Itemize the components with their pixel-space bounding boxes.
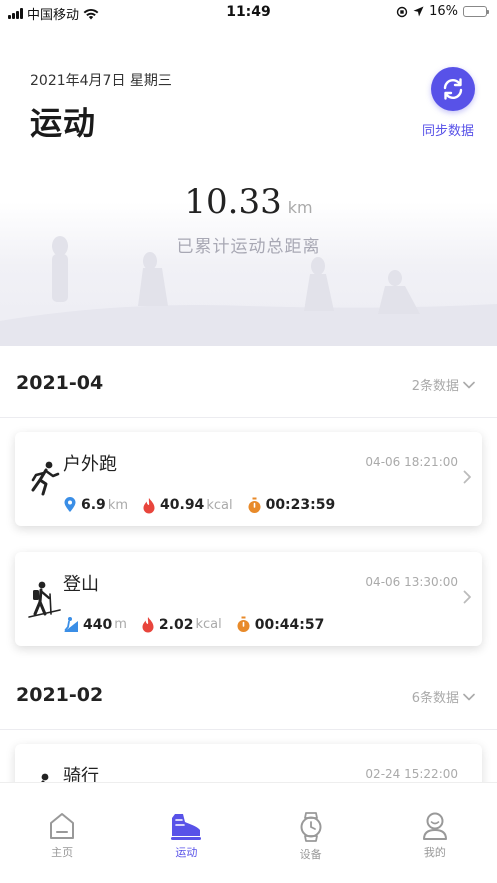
running-icon: [31, 461, 60, 496]
battery-icon: [463, 6, 489, 17]
activity-stats: 6.9 km 40.94 kcal 00:23:59: [63, 496, 349, 514]
runners-background-icon: [0, 236, 497, 346]
month-count-label: 6条数据: [411, 691, 459, 706]
tab-profile[interactable]: 我的: [373, 783, 497, 883]
orientation-lock-icon: [396, 6, 408, 17]
battery-percent: 16%: [429, 4, 458, 19]
home-icon: [50, 813, 75, 839]
month-title: 2021-02: [16, 684, 104, 706]
tab-device[interactable]: 设备: [249, 783, 373, 883]
month-header-2021-02[interactable]: 2021-02 6条数据: [0, 658, 497, 730]
duration-value: 00:23:59: [265, 497, 336, 513]
activity-stats: 440 m 2.02 kcal 00:44:57: [63, 616, 338, 633]
calorie-unit: kcal: [195, 617, 222, 632]
chevron-right-icon: [463, 590, 471, 604]
tab-label: 我的: [423, 846, 446, 859]
total-distance-label: 已累计运动总距离: [176, 237, 321, 257]
calorie-stat: 2.02 kcal: [141, 616, 222, 633]
activity-time: 04-06 18:21:00: [365, 455, 458, 469]
total-distance-unit: km: [287, 198, 313, 217]
duration-stat: 00:23:59: [247, 497, 336, 514]
status-bar: 中国移动 11:49 16%: [0, 0, 497, 26]
chevron-down-icon: [463, 693, 475, 700]
chevron-right-icon: [463, 470, 471, 484]
activity-card-cycle[interactable]: 骑行 02-24 15:22:00: [15, 744, 482, 782]
stopwatch-icon: [237, 616, 250, 632]
month-count-label: 2条数据: [411, 379, 459, 394]
month-header-2021-04[interactable]: 2021-04 2条数据: [0, 346, 497, 418]
calorie-stat: 40.94 kcal: [142, 497, 233, 514]
summary-hero: 2021年4月7日 星期三 运动 同步数据 10.33 km 已累计运动总距离: [0, 26, 497, 346]
distance-unit: km: [107, 497, 129, 513]
sync-label[interactable]: 同步数据: [422, 120, 474, 139]
duration-value: 00:44:57: [254, 616, 325, 633]
calorie-unit: kcal: [206, 497, 233, 513]
month-count[interactable]: 2条数据: [412, 375, 475, 394]
activity-card-run[interactable]: 户外跑 04-06 18:21:00 6.9 km 40.94 kcal 00:…: [15, 432, 482, 526]
elevation-stat: 440 m: [63, 616, 127, 633]
tab-home[interactable]: 主页: [0, 783, 124, 883]
month-count[interactable]: 6条数据: [412, 687, 475, 706]
chevron-down-icon: [463, 381, 475, 388]
elevation-unit: m: [114, 617, 127, 632]
calorie-value: 2.02: [158, 616, 194, 633]
current-date: 2021年4月7日 星期三: [30, 73, 172, 89]
activity-name: 登山: [63, 574, 99, 595]
sync-icon: [443, 78, 463, 100]
climb-icon: [64, 617, 78, 632]
total-distance-value: 10.33: [184, 182, 282, 222]
activity-name: 骑行: [63, 766, 99, 782]
tab-sport[interactable]: 运动: [124, 783, 248, 883]
tab-label: 主页: [51, 846, 74, 859]
profile-icon: [422, 812, 447, 840]
activity-card-hike[interactable]: 登山 04-06 13:30:00 440 m 2.02 kcal 00:44:…: [15, 552, 482, 646]
watch-icon: [300, 812, 322, 842]
calorie-value: 40.94: [160, 497, 205, 513]
elevation-value: 440: [83, 616, 113, 633]
flame-icon: [142, 617, 154, 633]
distance-pin-icon: [64, 497, 76, 512]
stopwatch-icon: [248, 497, 261, 513]
location-icon: [413, 6, 424, 17]
bottom-tab-bar: 主页 运动 设备 我的: [0, 782, 497, 883]
shoe-icon: [171, 814, 202, 840]
cycling-icon: [41, 773, 49, 782]
activity-name: 户外跑: [63, 454, 117, 475]
flame-icon: [143, 497, 155, 513]
hiking-icon: [28, 581, 61, 618]
tab-label: 运动: [175, 846, 198, 859]
activity-time: 04-06 13:30:00: [365, 575, 458, 589]
sync-button[interactable]: [431, 67, 475, 111]
total-distance: 10.33 km: [0, 182, 497, 222]
distance-value: 6.9: [81, 497, 106, 513]
distance-stat: 6.9 km: [63, 496, 128, 514]
tab-label: 设备: [299, 848, 322, 861]
activity-time: 02-24 15:22:00: [365, 767, 458, 781]
activity-list[interactable]: 2021-04 2条数据 户外跑 04-06 18:21:00 6.9 km 4…: [0, 346, 497, 782]
month-title: 2021-04: [16, 372, 104, 394]
page-title: 运动: [30, 104, 97, 142]
duration-stat: 00:44:57: [236, 616, 325, 633]
